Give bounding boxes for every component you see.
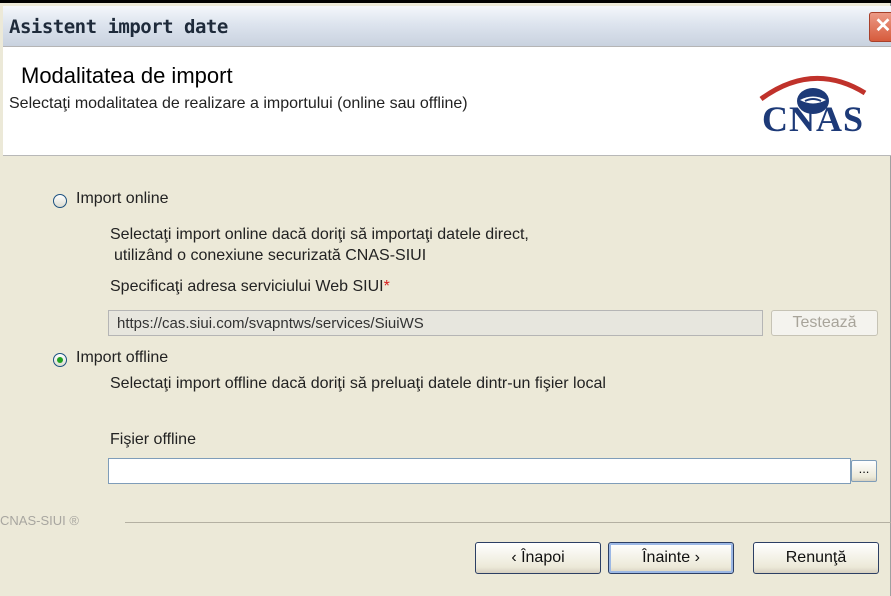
footer-brand: CNAS-SIUI ® [0,513,79,528]
browse-file-button[interactable]: ... [851,460,877,482]
import-offline-radio[interactable] [53,353,67,367]
import-wizard-window: Asistent import date ✕ Modalitatea de im… [0,0,891,596]
import-online-description-line1: Selectaţi import online dacă doriţi să i… [110,226,529,243]
wizard-content: Import online Selectaţi import online da… [0,156,891,596]
wizard-header: Modalitatea de import Selectaţi modalita… [3,47,891,156]
page-subtitle: Selectaţi modalitatea de realizare a imp… [9,95,468,112]
import-online-description-line2: utilizând o conexiune securizată CNAS-SI… [114,247,427,264]
import-offline-description: Selectaţi import offline dacă doriţi să … [110,375,606,392]
web-service-address-label-text: Specificaţi adresa serviciului Web SIUI [110,278,384,295]
back-button[interactable]: ‹ Înapoi [475,542,601,574]
window-title: Asistent import date [9,16,228,38]
logo-text: CNAS [761,99,864,139]
import-online-label[interactable]: Import online [76,190,169,208]
required-mark: * [383,278,390,295]
web-service-address-label: Specificaţi adresa serviciului Web SIUI* [110,278,390,296]
cnas-logo: CNAS [753,67,873,152]
next-button[interactable]: Înainte › [608,542,734,574]
import-online-radio[interactable] [53,194,67,208]
footer-separator [125,522,891,523]
offline-file-label: Fişier offline [110,431,196,448]
test-connection-button[interactable]: Testează [771,310,878,336]
title-bar: Asistent import date ✕ [3,6,891,47]
cancel-button[interactable]: Renunţă [753,542,879,574]
import-offline-label[interactable]: Import offline [76,349,168,367]
close-icon[interactable]: ✕ [869,12,891,42]
offline-file-input[interactable] [108,458,851,484]
web-service-address-input[interactable]: https://cas.siui.com/svapntws/services/S… [108,310,763,336]
page-title: Modalitatea de import [21,63,233,88]
top-border [0,0,891,3]
